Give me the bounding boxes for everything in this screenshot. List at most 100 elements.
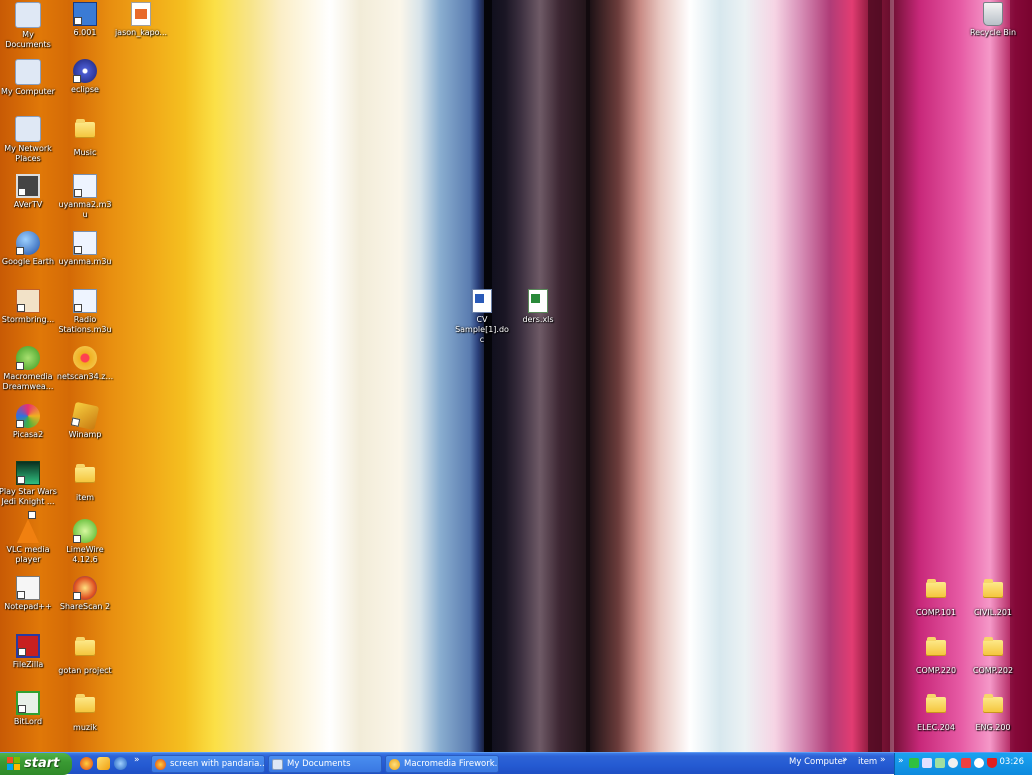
desktop-icon-my-computer[interactable]: My Computer: [0, 59, 57, 97]
desktop-icon-radio-stations[interactable]: Radio Stations.m3u: [56, 289, 114, 335]
folder-icon: [73, 694, 97, 721]
game-icon: [16, 289, 40, 313]
desktop-icon-music[interactable]: Music: [56, 116, 114, 158]
word-document-icon: [472, 289, 492, 313]
status-tray-icon[interactable]: [948, 758, 958, 768]
dreamweaver-icon: [16, 346, 40, 370]
desktop-icon-sharescan[interactable]: ShareScan 2: [56, 576, 114, 612]
desktop-icon-comp220[interactable]: COMP.220: [907, 634, 965, 676]
desktop-icon-uyanma2[interactable]: uyanma2.m3u: [56, 174, 114, 220]
desktop-icon-civil201[interactable]: CIVIL.201: [964, 576, 1022, 618]
desktop-icon-netscan[interactable]: netscan34.z...: [56, 346, 114, 382]
folder-icon: [73, 464, 97, 491]
desktop-icon-notepadpp[interactable]: Notepad++: [0, 576, 57, 612]
desktop-icon-winamp[interactable]: Winamp: [56, 401, 114, 440]
network-tray-icon[interactable]: [922, 758, 932, 768]
desktop-icon-stormbring[interactable]: Stormbring...: [0, 289, 57, 325]
toolbar-my-computer[interactable]: My Computer: [789, 757, 846, 767]
tray-expand-chevron-icon[interactable]: »: [898, 756, 904, 766]
windows-logo-icon: [7, 757, 20, 770]
folder-icon: [73, 119, 97, 146]
desktop-icon-dreamweaver[interactable]: Macromedia Dreamwea...: [0, 346, 57, 392]
wallpaper-stripe: [868, 0, 882, 752]
globe-icon: [16, 231, 40, 255]
desktop-icon-ders-xls[interactable]: ders.xls: [509, 289, 567, 325]
fireworks-icon: [389, 759, 400, 770]
limewire-icon: [73, 519, 97, 543]
game-icon: [16, 461, 40, 485]
desktop-icon-my-network-places[interactable]: My Network Places: [0, 116, 57, 164]
toolbar-more[interactable]: »: [880, 755, 886, 765]
eclipse-icon: [73, 59, 97, 83]
desktop-icon-6001[interactable]: 6.001: [56, 2, 114, 38]
desktop-icon-limewire[interactable]: LimeWire 4.12.6: [56, 519, 114, 565]
desktop-icon-cv-sample[interactable]: CV Sample[1].doc: [453, 289, 511, 345]
bitlord-icon: [16, 691, 40, 715]
mit-scheme-icon: [73, 2, 97, 26]
my-documents-icon: [272, 759, 283, 770]
image-file-icon: [131, 2, 151, 26]
start-button[interactable]: start: [0, 753, 72, 775]
taskbar-window-label: My Documents: [287, 759, 351, 769]
folder-icon: [73, 637, 97, 664]
traffic-cone-icon: [17, 511, 39, 543]
desktop-icon-comp202[interactable]: COMP.202: [964, 634, 1022, 676]
taskbar-window-screen-with-pandaria[interactable]: screen with pandaria...: [151, 755, 265, 773]
desktop-icon-star-wars[interactable]: Play Star Wars Jedi Knight ...: [0, 461, 57, 507]
desktop-icon-bitlord[interactable]: BitLord: [0, 691, 57, 727]
desktop-icon-eclipse[interactable]: eclipse: [56, 59, 114, 95]
playlist-icon: [73, 231, 97, 255]
filezilla-icon: [16, 634, 40, 658]
taskbar-window-macromedia-fireworks[interactable]: Macromedia Firework...: [385, 755, 499, 773]
desktop-icon-google-earth[interactable]: Google Earth: [0, 231, 57, 267]
wallpaper-stripe: [484, 0, 492, 752]
desktop[interactable]: My Documents My Computer My Network Plac…: [0, 0, 1032, 752]
desktop-icon-uyanma[interactable]: uyanma.m3u: [56, 231, 114, 267]
taskbar-window-my-documents[interactable]: My Documents: [268, 755, 382, 773]
taskbar-window-label: screen with pandaria...: [170, 759, 265, 769]
playlist-icon: [73, 289, 97, 313]
sharescan-icon: [73, 576, 97, 600]
chat-tray-icon[interactable]: [974, 758, 984, 768]
desktop-icon-muzik[interactable]: muzik: [56, 691, 114, 733]
desktop-icon-vlc[interactable]: VLC media player: [0, 511, 57, 565]
folder-icon: [924, 694, 948, 721]
toolbar-more[interactable]: »: [842, 755, 848, 765]
desktop-icon-comp101[interactable]: COMP.101: [907, 576, 965, 618]
picasa-icon: [16, 404, 40, 428]
playlist-icon: [73, 174, 97, 198]
folder-icon: [981, 637, 1005, 664]
archive-icon: [73, 346, 97, 370]
folder-icon: [924, 637, 948, 664]
folder-icon: [981, 579, 1005, 606]
desktop-icon-eng200[interactable]: ENG.200: [964, 691, 1022, 733]
film-icon: [16, 174, 40, 198]
desktop-icon-jason-kapo[interactable]: jason_kapo...: [112, 2, 170, 38]
system-tray: » 03:26: [894, 753, 1032, 775]
desktop-icon-picasa[interactable]: Picasa2: [0, 404, 57, 440]
desktop-icon-item[interactable]: item: [56, 461, 114, 503]
winamp-icon: [70, 401, 100, 431]
network-places-icon: [15, 116, 41, 142]
bitlord-tray-icon[interactable]: [909, 758, 919, 768]
internet-explorer-icon[interactable]: [114, 757, 127, 770]
messenger-tray-icon[interactable]: [935, 758, 945, 768]
wallpaper-stripe: [890, 0, 894, 752]
winamp-quicklaunch-icon[interactable]: [97, 757, 110, 770]
shield-icon[interactable]: [987, 758, 997, 768]
firefox-icon[interactable]: [80, 757, 93, 770]
desktop-icon-recycle-bin[interactable]: Recycle Bin: [964, 2, 1022, 38]
desktop-icon-elec204[interactable]: ELEC.204: [907, 691, 965, 733]
desktop-icon-avertv[interactable]: AVerTV: [0, 174, 57, 210]
volume-tray-icon[interactable]: [961, 758, 971, 768]
folder-icon: [924, 579, 948, 606]
notepad-icon: [16, 576, 40, 600]
desktop-icon-my-documents[interactable]: My Documents: [0, 2, 57, 50]
recycle-bin-icon: [983, 2, 1003, 26]
desktop-icon-filezilla[interactable]: FileZilla: [0, 634, 57, 670]
clock[interactable]: 03:26: [1000, 757, 1025, 767]
desktop-icon-gotan-project[interactable]: gotan project: [56, 634, 114, 676]
toolbar-item[interactable]: item: [858, 757, 877, 767]
quick-launch-more[interactable]: »: [134, 755, 140, 765]
start-label: start: [24, 756, 60, 771]
